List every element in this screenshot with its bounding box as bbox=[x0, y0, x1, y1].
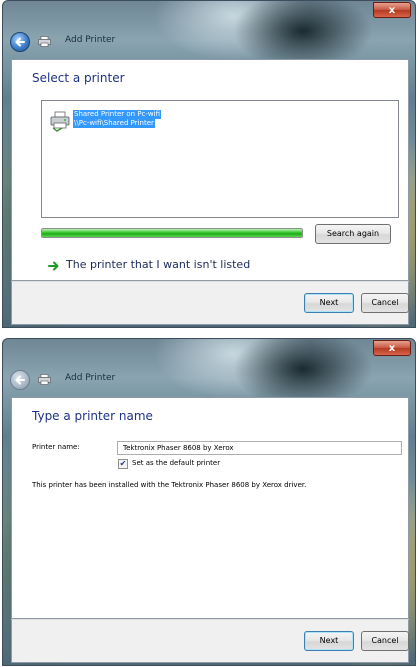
printer-not-listed-label: The printer that I want isn't listed bbox=[66, 258, 251, 271]
back-arrow-icon bbox=[15, 375, 25, 385]
page-heading: Select a printer bbox=[32, 71, 125, 85]
back-arrow-icon bbox=[15, 37, 25, 47]
close-button[interactable]: x bbox=[373, 2, 411, 18]
next-button[interactable]: Next bbox=[304, 631, 354, 651]
default-printer-checkbox[interactable]: ✔ bbox=[118, 459, 128, 469]
next-button[interactable]: Next bbox=[304, 293, 354, 313]
wizard-content: Select a printer Shared Printer on Pc-wi… bbox=[11, 59, 409, 281]
checkmark-icon: ✔ bbox=[119, 459, 127, 468]
add-printer-window-select: x Add Printer Select a printer Shared Pr… bbox=[2, 0, 416, 328]
wizard-title: Add Printer bbox=[65, 373, 116, 383]
printer-list[interactable]: Shared Printer on Pc-wifi \\Pc-wifi\Shar… bbox=[41, 100, 399, 218]
close-button[interactable]: x bbox=[373, 340, 411, 356]
printer-name-input[interactable] bbox=[117, 441, 402, 455]
wizard-title: Add Printer bbox=[65, 35, 116, 45]
page-heading: Type a printer name bbox=[32, 409, 153, 423]
search-again-button[interactable]: Search again bbox=[315, 224, 391, 244]
installed-message: This printer has been installed with the… bbox=[32, 481, 307, 489]
printer-path-text: \\Pc-wifi\Shared Printer bbox=[73, 119, 155, 128]
search-progress-fill bbox=[42, 229, 302, 237]
printer-name-text: Shared Printer on Pc-wifi bbox=[73, 110, 161, 119]
wizard-footer: Next Cancel bbox=[11, 281, 409, 325]
title-bar: x bbox=[3, 339, 415, 369]
search-progress-bar bbox=[41, 228, 303, 238]
wizard-footer: Next Cancel bbox=[11, 619, 409, 663]
add-printer-window-name: x Add Printer Type a printer name Printe… bbox=[2, 338, 416, 666]
printer-small-icon bbox=[38, 36, 51, 47]
back-button[interactable] bbox=[10, 370, 30, 390]
wizard-content: Type a printer name Printer name: ✔ Set … bbox=[11, 397, 409, 619]
printer-small-icon bbox=[38, 374, 51, 385]
cancel-button[interactable]: Cancel bbox=[361, 293, 409, 313]
cancel-button[interactable]: Cancel bbox=[361, 631, 409, 651]
network-printer-icon bbox=[50, 111, 70, 132]
title-bar: x bbox=[3, 1, 415, 31]
back-button[interactable] bbox=[10, 32, 30, 52]
green-arrow-icon bbox=[48, 261, 59, 271]
printer-list-item[interactable]: Shared Printer on Pc-wifi \\Pc-wifi\Shar… bbox=[49, 108, 179, 134]
printer-name-label: Printer name: bbox=[32, 443, 80, 451]
default-printer-label: Set as the default printer bbox=[132, 459, 221, 467]
